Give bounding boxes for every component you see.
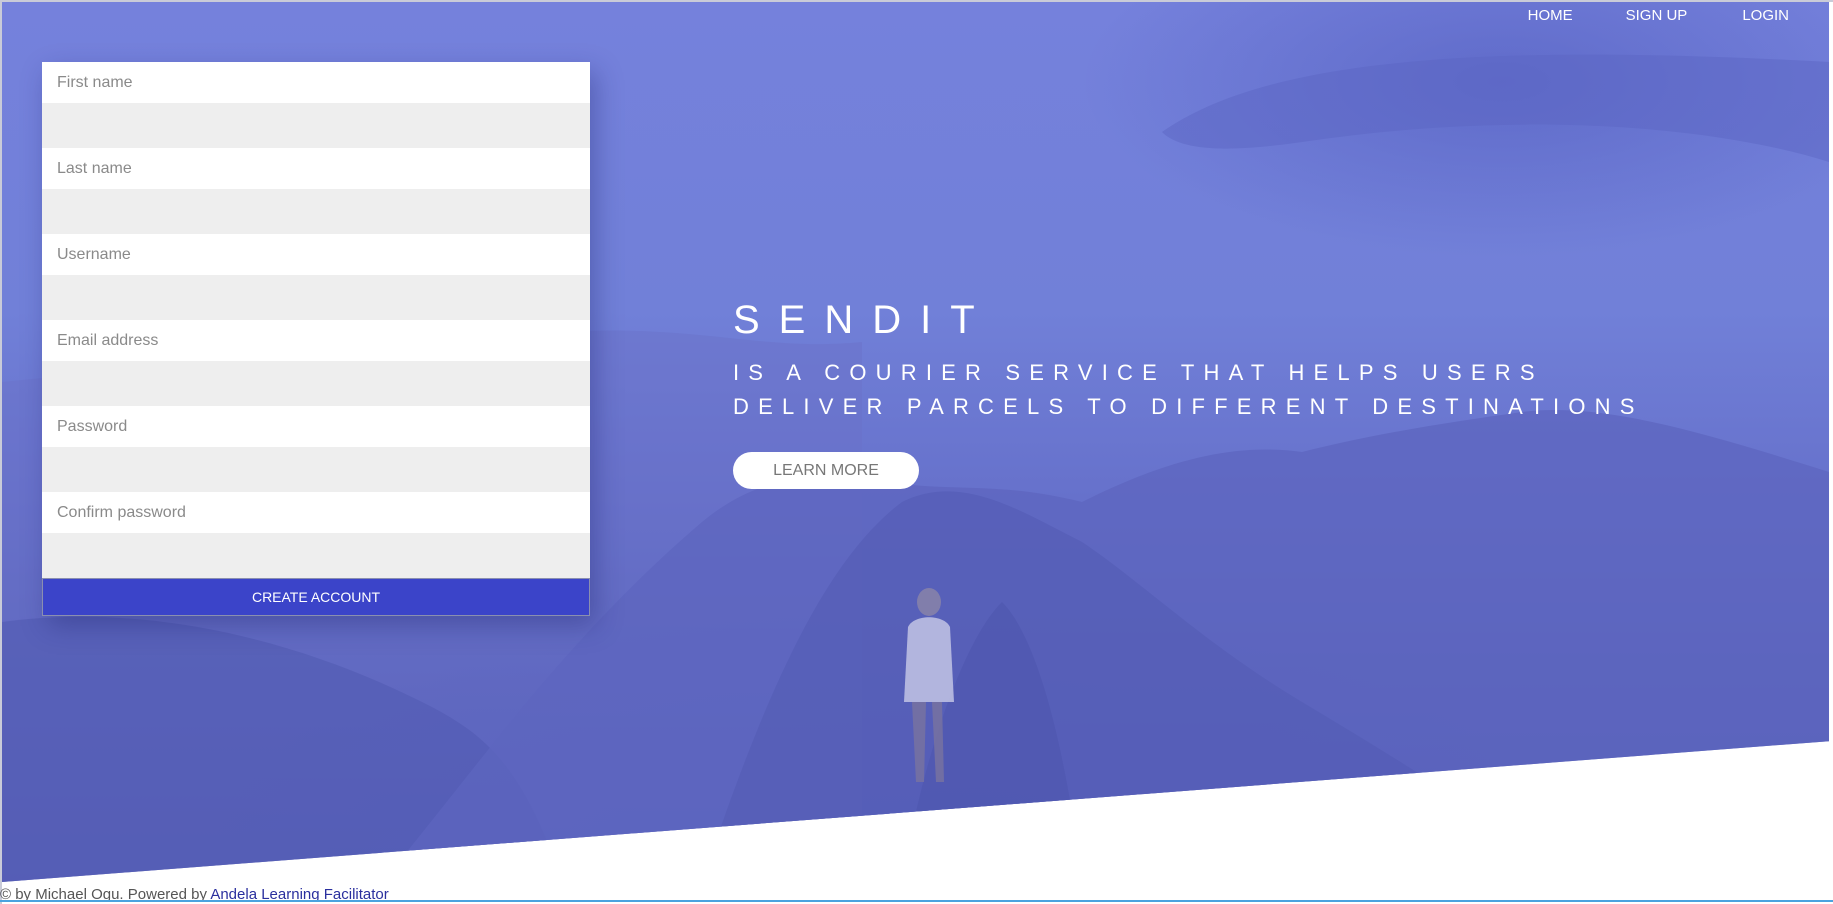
field-spacer bbox=[42, 447, 590, 492]
field-spacer bbox=[42, 533, 590, 578]
last-name-field-group bbox=[42, 148, 590, 234]
landing-page: HOME SIGN UP LOGIN CREATE ACCOUNT bbox=[0, 0, 1833, 904]
password-input[interactable] bbox=[42, 406, 590, 447]
email-input[interactable] bbox=[42, 320, 590, 361]
hero-text-block: SENDIT IS A COURIER SERVICE THAT HELPS U… bbox=[733, 296, 1644, 489]
create-account-button[interactable]: CREATE ACCOUNT bbox=[42, 578, 590, 616]
tagline: IS A COURIER SERVICE THAT HELPS USERS DE… bbox=[733, 356, 1644, 424]
field-spacer bbox=[42, 189, 590, 234]
last-name-input[interactable] bbox=[42, 148, 590, 189]
field-spacer bbox=[42, 361, 590, 406]
field-spacer bbox=[42, 103, 590, 148]
email-field-group bbox=[42, 320, 590, 406]
username-field-group bbox=[42, 234, 590, 320]
first-name-input[interactable] bbox=[42, 62, 590, 103]
brand-title: SENDIT bbox=[733, 298, 994, 342]
first-name-field-group bbox=[42, 62, 590, 148]
nav-signup-link[interactable]: SIGN UP bbox=[1626, 0, 1688, 32]
username-input[interactable] bbox=[42, 234, 590, 275]
password-field-group bbox=[42, 406, 590, 492]
nav-home-link[interactable]: HOME bbox=[1528, 0, 1573, 32]
field-spacer bbox=[42, 275, 590, 320]
nav-login-link[interactable]: LOGIN bbox=[1742, 0, 1789, 32]
window-border-left bbox=[0, 0, 2, 904]
tagline-line-2: DELIVER PARCELS TO DIFFERENT DESTINATION… bbox=[733, 394, 1644, 419]
window-bottom-border bbox=[0, 900, 1833, 902]
top-nav: HOME SIGN UP LOGIN bbox=[1528, 0, 1789, 32]
confirm-password-field-group bbox=[42, 492, 590, 578]
confirm-password-input[interactable] bbox=[42, 492, 590, 533]
signup-form: CREATE ACCOUNT bbox=[42, 62, 590, 616]
learn-more-button[interactable]: LEARN MORE bbox=[733, 452, 919, 489]
tagline-line-1: IS A COURIER SERVICE THAT HELPS USERS bbox=[733, 360, 1544, 385]
